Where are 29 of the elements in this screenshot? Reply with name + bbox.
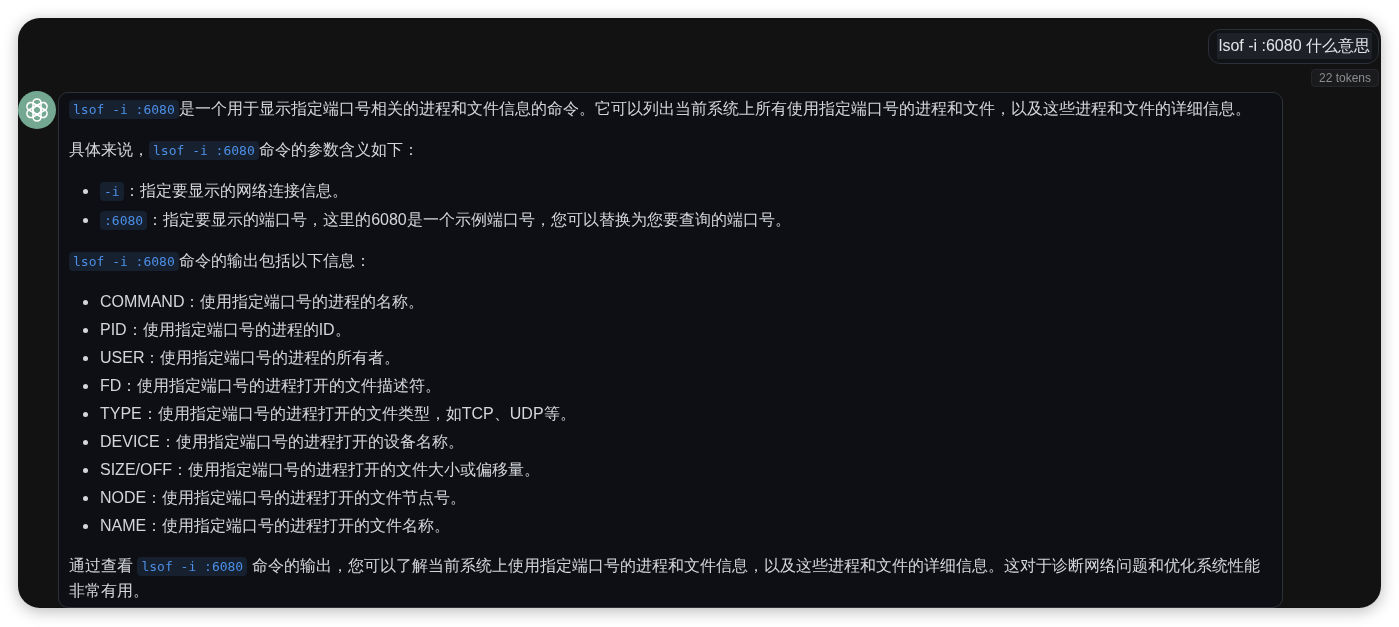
bullet-icon <box>83 524 88 529</box>
bullet-icon <box>83 189 88 194</box>
list-item-text: NODE：使用指定端口号的进程打开的文件节点号。 <box>100 488 467 508</box>
bullet-icon <box>83 440 88 445</box>
knot-avatar-icon <box>18 91 56 129</box>
token-count-badge: 22 tokens <box>1310 69 1379 87</box>
list-item-text: PID：使用指定端口号的进程的ID。 <box>100 320 351 340</box>
message-paragraph: 通过查看 lsof -i :6080 命令的输出，您可以了解当前系统上使用指定端口号的进程和文件信息，以及这些进程和文件的详细信息。这对于诊断网络问题和优化系统性能非常有用。 <box>69 556 1261 601</box>
bullet-icon <box>83 468 88 473</box>
bullet-icon <box>83 328 88 333</box>
list-item-text: -i ：指定要显示的网络连接信息。 <box>100 179 348 204</box>
message-paragraph: lsof -i :6080 是一个用于显示指定端口号相关的进程和文件信息的命令。它可以列出当前系统上所有使用指定端口号的进程和文件，以及这些进程和文件的详细信息。 <box>69 97 1272 122</box>
bullet-icon <box>83 300 88 305</box>
bullet-icon <box>83 356 88 361</box>
list-item-text: :6080 ：指定要显示的端口号，这里的6080是一个示例端口号，您可以替换为您要查询的端口号。 <box>100 208 791 233</box>
list-item-text: FD：使用指定端口号的进程打开的文件描述符。 <box>100 376 442 396</box>
bullet-icon <box>83 496 88 501</box>
list-item-text: TYPE：使用指定端口号的进程打开的文件类型，如TCP、UDP等。 <box>100 404 576 424</box>
message-paragraph: 具体来说， lsof -i :6080 命令的参数含义如下： <box>69 140 420 162</box>
list-item-text: NAME：使用指定端口号的进程打开的文件名称。 <box>100 516 451 536</box>
list-item-text: DEVICE：使用指定端口号的进程打开的设备名称。 <box>100 432 464 452</box>
list-item-text: USER：使用指定端口号的进程的所有者。 <box>100 348 401 368</box>
list-item-text: SIZE/OFF：使用指定端口号的进程打开的文件大小或偏移量。 <box>100 460 540 480</box>
list-item-text: COMMAND：使用指定端口号的进程的名称。 <box>100 292 425 312</box>
bullet-icon <box>83 412 88 417</box>
bullet-icon <box>83 218 88 223</box>
user-message-text: lsof -i :6080 什么意思 <box>1216 33 1372 59</box>
bullet-icon <box>83 384 88 389</box>
message-paragraph: lsof -i :6080 命令的输出包括以下信息： <box>69 249 1272 274</box>
